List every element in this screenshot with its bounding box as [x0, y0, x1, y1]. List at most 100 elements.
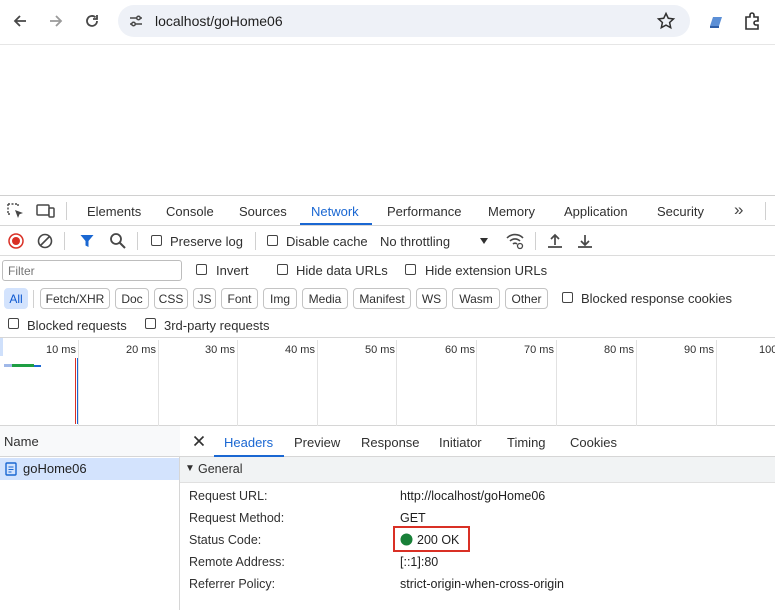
tab-timing[interactable]: Timing: [507, 435, 546, 450]
blocked-requests-label[interactable]: Blocked requests: [27, 318, 127, 333]
general-section-header[interactable]: ▼ General: [180, 457, 775, 483]
type-filter-js[interactable]: JS: [193, 288, 216, 309]
hide-data-urls-label[interactable]: Hide data URLs: [296, 263, 388, 278]
import-har-icon[interactable]: [546, 232, 564, 250]
site-info-icon[interactable]: [128, 13, 144, 29]
collapse-triangle-icon[interactable]: ▼: [185, 463, 195, 474]
waterfall-bar-download: [34, 365, 41, 367]
type-filter-fetch-xhr[interactable]: Fetch/XHR: [40, 288, 110, 309]
reload-button[interactable]: [79, 8, 105, 34]
tab-network[interactable]: Network: [311, 204, 359, 219]
type-filter-wasm[interactable]: Wasm: [452, 288, 500, 309]
name-column-label[interactable]: Name: [4, 434, 39, 449]
divider: [255, 232, 256, 250]
tab-cookies[interactable]: Cookies: [570, 435, 617, 450]
type-filter-ws[interactable]: WS: [416, 288, 447, 309]
hide-extension-urls-checkbox[interactable]: [405, 264, 416, 275]
tab-security[interactable]: Security: [657, 204, 704, 219]
extension-icon[interactable]: [706, 12, 726, 32]
forward-arrow-icon: [50, 15, 63, 27]
devtools-tab-bar: Elements Console Sources Network Perform…: [0, 196, 775, 226]
blocked-response-cookies-label[interactable]: Blocked response cookies: [581, 291, 732, 306]
type-filter-img[interactable]: Img: [263, 288, 297, 309]
timeline-gridline: [396, 340, 397, 426]
tab-memory[interactable]: Memory: [488, 204, 535, 219]
export-har-icon[interactable]: [576, 232, 594, 250]
invert-label[interactable]: Invert: [216, 263, 249, 278]
tab-sources[interactable]: Sources: [239, 204, 287, 219]
timeline-tick-label: 70 ms: [524, 344, 554, 356]
general-section-title: General: [198, 462, 243, 476]
name-column-header[interactable]: Name: [0, 426, 180, 457]
search-icon[interactable]: [109, 232, 127, 250]
tab-initiator[interactable]: Initiator: [439, 435, 482, 450]
disable-cache-label[interactable]: Disable cache: [286, 234, 368, 249]
throttling-select[interactable]: No throttling: [380, 234, 450, 249]
filter-funnel-icon[interactable]: [79, 233, 95, 249]
tab-elements[interactable]: Elements: [87, 204, 141, 219]
timeline-gridline: [476, 340, 477, 426]
type-filter-other[interactable]: Other: [505, 288, 548, 309]
more-tabs-icon[interactable]: »: [734, 200, 743, 220]
network-overview-timeline[interactable]: 10 ms 20 ms 30 ms 40 ms 50 ms 60 ms 70 m…: [0, 338, 775, 426]
invert-checkbox[interactable]: [196, 264, 207, 275]
type-filter-font[interactable]: Font: [221, 288, 258, 309]
details-tab-bar: Headers Preview Response Initiator Timin…: [180, 426, 775, 457]
timeline-gridline: [716, 340, 717, 426]
request-name[interactable]: goHome06: [23, 461, 87, 476]
request-row[interactable]: goHome06: [0, 458, 179, 480]
timeline-tick-label: 20 ms: [126, 344, 156, 356]
disable-cache-checkbox[interactable]: [267, 235, 278, 246]
address-bar[interactable]: localhost/goHome06: [118, 5, 690, 37]
preserve-log-label[interactable]: Preserve log: [170, 234, 243, 249]
tab-preview[interactable]: Preview: [294, 435, 340, 450]
type-filter-doc[interactable]: Doc: [115, 288, 149, 309]
request-details: Headers Preview Response Initiator Timin…: [180, 426, 775, 610]
timeline-tick-label: 80 ms: [604, 344, 634, 356]
timeline-tick-label: 10 ms: [46, 344, 76, 356]
network-conditions-icon[interactable]: [505, 232, 525, 250]
chevron-down-icon[interactable]: [479, 237, 489, 245]
request-area: Name goHome06 Headers Preview Response I…: [0, 426, 775, 610]
forward-button[interactable]: [43, 8, 69, 34]
blocked-requests-checkbox[interactable]: [8, 318, 19, 329]
preserve-log-checkbox[interactable]: [151, 235, 162, 246]
referrer-policy-value: strict-origin-when-cross-origin: [400, 577, 564, 591]
third-party-requests-checkbox[interactable]: [145, 318, 156, 329]
timeline-gridline: [158, 340, 159, 426]
tab-application[interactable]: Application: [564, 204, 628, 219]
third-party-requests-label[interactable]: 3rd-party requests: [164, 318, 270, 333]
waterfall-bar-queued: [4, 364, 12, 367]
load-event-marker: [75, 358, 76, 424]
type-filter-media[interactable]: Media: [302, 288, 348, 309]
timeline-gridline: [317, 340, 318, 426]
remote-address-value: [::1]:80: [400, 555, 439, 569]
record-stop-icon[interactable]: [8, 233, 24, 249]
divider: [137, 232, 138, 250]
blocked-response-cookies-checkbox[interactable]: [562, 292, 573, 303]
tab-console[interactable]: Console: [166, 204, 214, 219]
type-filter-manifest[interactable]: Manifest: [353, 288, 411, 309]
hide-extension-urls-label[interactable]: Hide extension URLs: [425, 263, 547, 278]
back-arrow-icon: [13, 15, 26, 27]
hide-data-urls-checkbox[interactable]: [277, 264, 288, 275]
type-filter-all[interactable]: All: [4, 288, 28, 309]
status-ok-dot-icon: [400, 533, 413, 546]
url-text[interactable]: localhost/goHome06: [155, 13, 283, 29]
type-filter-css[interactable]: CSS: [154, 288, 188, 309]
device-toolbar-icon[interactable]: [36, 203, 56, 219]
tab-response[interactable]: Response: [361, 435, 420, 450]
inspect-element-icon[interactable]: [7, 203, 25, 219]
close-icon[interactable]: [193, 435, 205, 447]
referrer-policy-key: Referrer Policy:: [189, 577, 276, 591]
overview-selection-handle[interactable]: [0, 338, 3, 356]
extensions-puzzle-icon[interactable]: [742, 11, 762, 31]
tab-performance[interactable]: Performance: [387, 204, 461, 219]
back-button[interactable]: [7, 8, 33, 34]
dom-content-loaded-marker: [77, 358, 78, 424]
bookmark-star-icon[interactable]: [656, 11, 676, 31]
clear-icon[interactable]: [37, 233, 53, 249]
tab-headers[interactable]: Headers: [224, 435, 273, 450]
timeline-tick-label: 40 ms: [285, 344, 315, 356]
filter-input[interactable]: [2, 260, 182, 281]
